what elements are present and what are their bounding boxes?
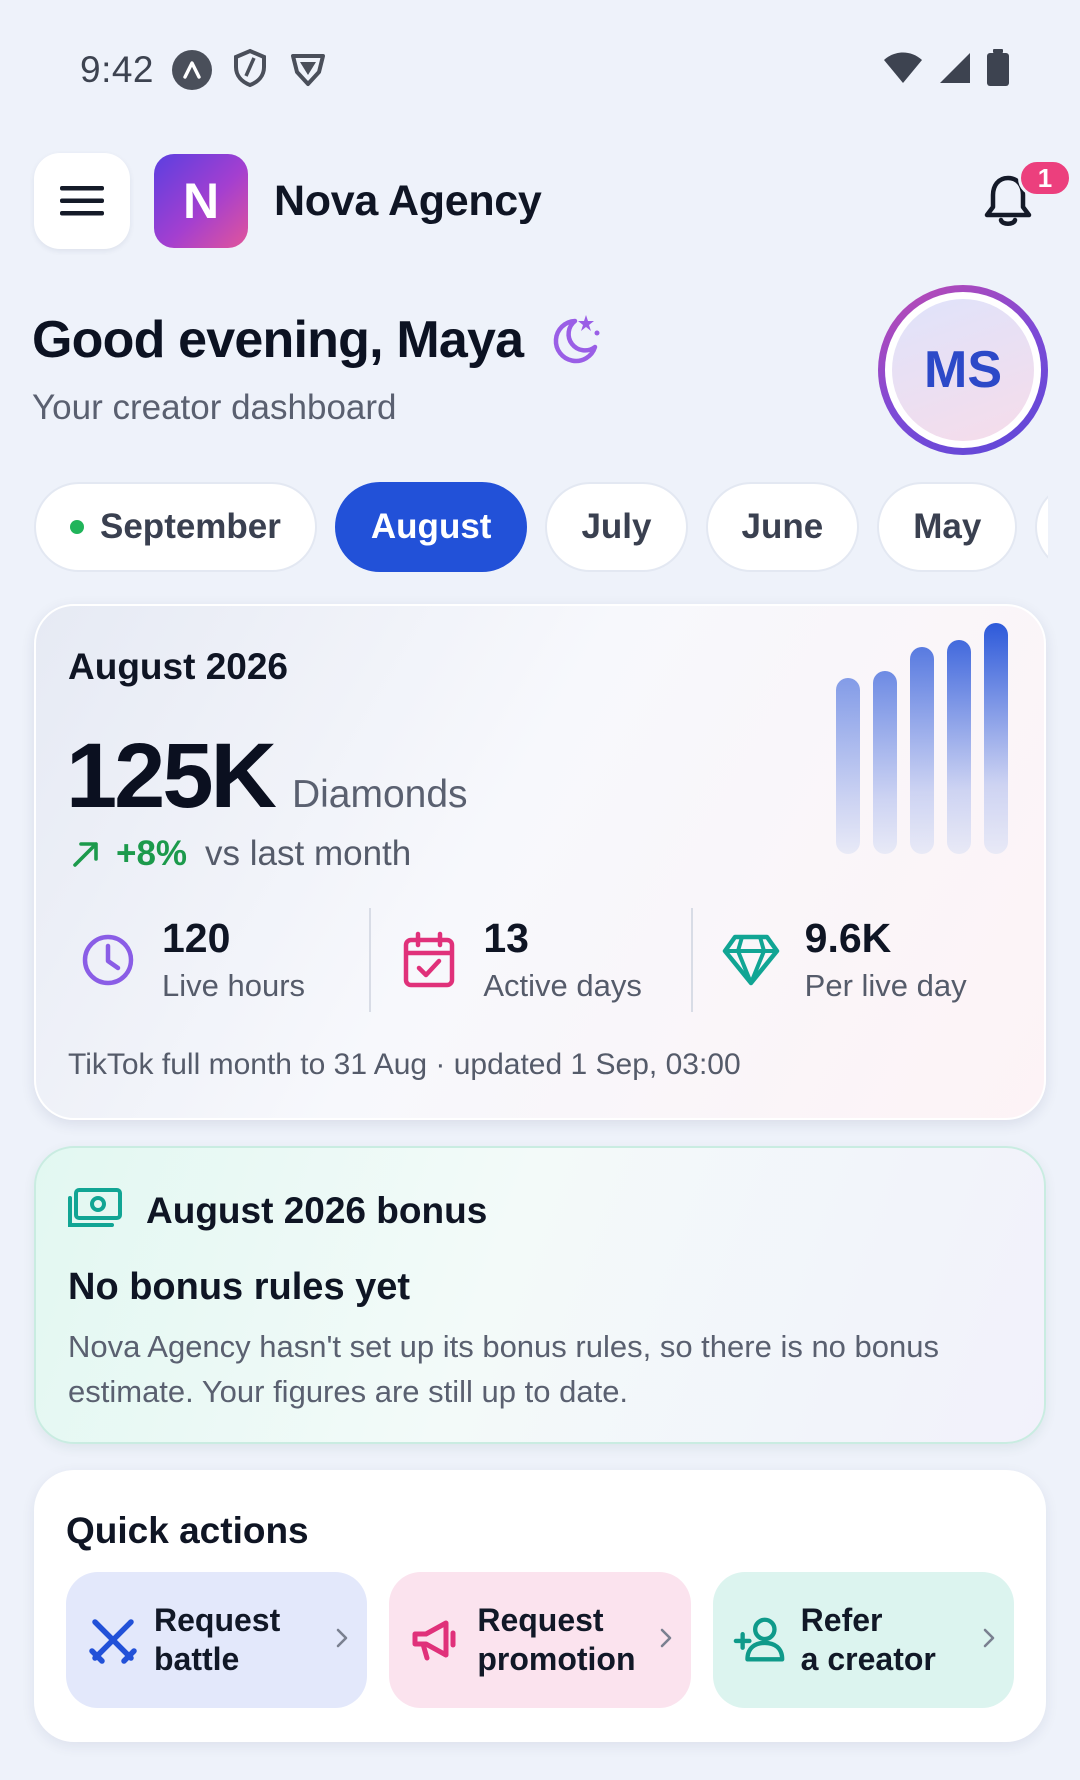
stat-value: 120 <box>162 915 231 962</box>
money-icon <box>68 1188 122 1233</box>
menu-button[interactable] <box>34 153 130 249</box>
action-label: Request battle <box>154 1602 281 1677</box>
delta-caption: vs last month <box>205 834 412 873</box>
tab-label: September <box>100 507 281 546</box>
app-screen: 9:42 N Nova Agency 1 Good evening, Maya … <box>0 0 1080 1780</box>
earnings-card[interactable]: August 2026 125K Diamonds +8% vs last mo… <box>34 604 1046 1120</box>
clock-icon <box>78 930 138 990</box>
tab-label: July <box>581 507 652 546</box>
trend-bar <box>910 647 934 854</box>
chevron-right-icon <box>982 1627 996 1654</box>
diamond-icon <box>721 930 781 990</box>
battery-icon <box>986 48 1010 92</box>
calendar-check-icon <box>399 930 459 990</box>
bonus-heading: No bonus rules yet <box>68 1266 411 1308</box>
stat-active-days: 13 Active days <box>369 908 690 1012</box>
quick-actions-card: Quick actions Request battle Request promo… <box>34 1470 1046 1742</box>
chevron-right-icon <box>659 1627 673 1654</box>
cell-signal-icon <box>938 51 972 90</box>
notification-badge: 1 <box>1018 159 1072 197</box>
status-bar: 9:42 <box>80 44 1010 96</box>
profile-avatar-button[interactable]: MS <box>878 285 1048 455</box>
greeting-subtitle: Your creator dashboard <box>32 388 397 427</box>
agency-logo: N <box>154 154 248 248</box>
stat-value: 13 <box>483 915 529 962</box>
tab-label: August <box>370 507 492 546</box>
request-promotion-button[interactable]: Request promotion <box>389 1572 691 1708</box>
trend-bar <box>984 623 1008 854</box>
user-plus-icon <box>733 1613 787 1667</box>
greeting-title: Good evening, Maya <box>32 311 524 369</box>
diamonds-total: 125K <box>66 725 277 827</box>
a-badge-icon <box>172 50 213 90</box>
trend-bar <box>836 678 860 854</box>
tab-september[interactable]: September <box>34 482 317 572</box>
tab-label: May <box>913 507 982 546</box>
trend-bar <box>947 640 971 854</box>
stat-label: Live hours <box>162 967 306 1003</box>
trend-mini-chart <box>836 616 1014 854</box>
shield-icon <box>232 48 268 93</box>
month-delta: +8% vs last month <box>70 834 411 874</box>
stat-label: Active days <box>483 967 642 1003</box>
moon-stars-icon <box>549 311 601 370</box>
status-time: 9:42 <box>80 49 155 90</box>
notifications-button[interactable]: 1 <box>976 159 1072 233</box>
chevron-right-icon <box>335 1627 349 1654</box>
tab-june[interactable]: June <box>705 482 860 572</box>
quick-actions-title: Quick actions <box>66 1510 309 1551</box>
megaphone-icon <box>409 1613 463 1667</box>
month-tabs: September August July June May <box>34 482 1048 572</box>
stat-per-live-day: 9.6K Per live day <box>690 908 1012 1012</box>
request-battle-button[interactable]: Request battle <box>66 1572 368 1708</box>
tab-july[interactable]: July <box>545 482 688 572</box>
tab-more[interactable] <box>1035 482 1048 572</box>
tab-august[interactable]: August <box>334 482 528 572</box>
app-header: N Nova Agency 1 <box>34 152 1072 250</box>
earnings-period: August 2026 <box>68 646 289 687</box>
live-dot <box>70 520 84 534</box>
refer-creator-button[interactable]: Refer a creator <box>712 1572 1014 1708</box>
wifi-icon <box>882 51 924 90</box>
data-freshness-note: TikTok full month to 31 Aug · updated 1 … <box>68 1048 741 1081</box>
bonus-title: August 2026 bonus <box>146 1189 488 1231</box>
arrow-up-right-icon <box>73 842 98 867</box>
trend-bar <box>873 671 897 854</box>
agency-name: Nova Agency <box>274 176 542 225</box>
swords-icon <box>86 1613 140 1667</box>
stats-row: 120 Live hours 13 Active days 9.6K Per l… <box>68 908 1012 1012</box>
stat-live-hours: 120 Live hours <box>68 908 369 1012</box>
action-label: Refer a creator <box>800 1602 936 1677</box>
tab-may[interactable]: May <box>877 482 1018 572</box>
greeting: Good evening, Maya Your creator dashboar… <box>32 310 601 428</box>
action-label: Request promotion <box>477 1602 636 1677</box>
stat-value: 9.6K <box>804 915 892 962</box>
stat-label: Per live day <box>804 967 967 1003</box>
avatar: MS <box>892 299 1034 441</box>
diamonds-unit: Diamonds <box>291 773 468 816</box>
delta-percent: +8% <box>116 834 188 873</box>
shield-v-icon <box>288 48 328 93</box>
hamburger-icon <box>60 186 104 216</box>
tab-label: June <box>741 507 824 546</box>
bonus-card[interactable]: August 2026 bonus No bonus rules yet Nov… <box>34 1146 1046 1444</box>
bonus-description: Nova Agency hasn't set up its bonus rule… <box>68 1329 939 1409</box>
